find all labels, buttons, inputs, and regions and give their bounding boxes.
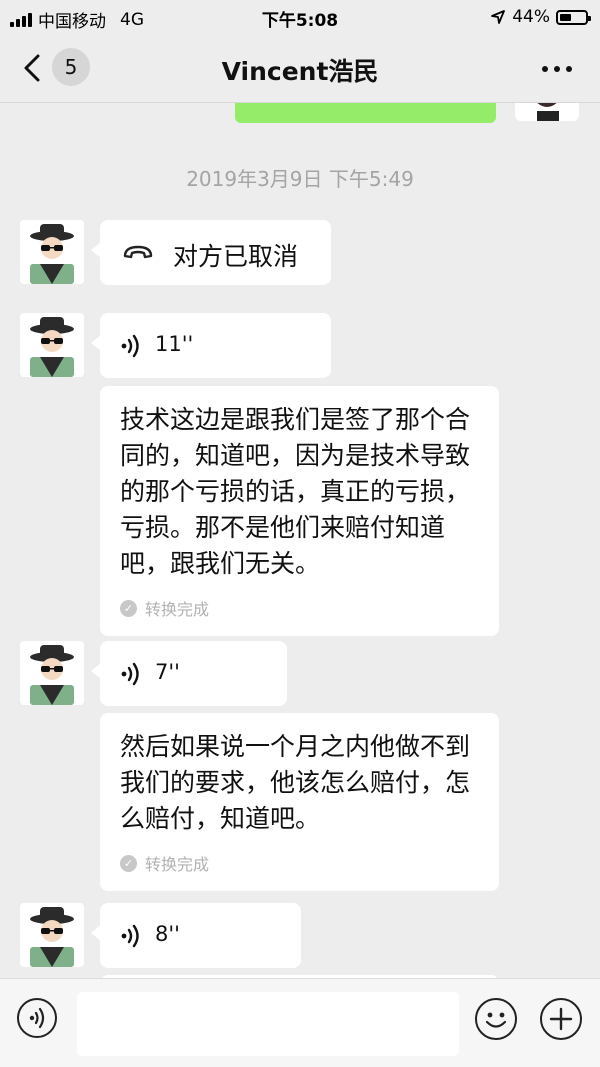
check-circle-icon: ✓: [120, 599, 137, 617]
contact-avatar[interactable]: [20, 641, 84, 705]
own-avatar[interactable]: [515, 103, 579, 121]
chevron-left-icon[interactable]: [20, 54, 46, 82]
conversion-status: ✓ 转换完成: [120, 596, 479, 620]
input-bar: [0, 978, 600, 1067]
battery-percent: 44%: [512, 7, 550, 27]
voice-transcript-bubble[interactable]: 技术这边是跟我们是签了那个合同的，知道吧，因为是技术导致的那个亏损的话，真正的亏…: [100, 386, 499, 636]
call-status-text: 对方已取消: [173, 242, 299, 271]
voice-message-bubble[interactable]: 8'': [91, 903, 301, 968]
check-circle-icon: ✓: [120, 854, 137, 872]
message-list[interactable]: 2019年3月9日 下午5:49 对方已取消 11'' 技术这边是跟我们是签了那…: [0, 103, 600, 978]
voice-duration: 11'': [155, 332, 194, 356]
ellipsis-icon[interactable]: [542, 66, 572, 72]
status-right: 44%: [490, 7, 591, 27]
conversion-status-text: 转换完成: [145, 600, 210, 619]
voice-message-bubble[interactable]: 11'': [91, 313, 331, 378]
message-input[interactable]: [77, 992, 459, 1056]
voice-wave-icon: [121, 924, 139, 948]
voice-transcript-bubble[interactable]: 然后如果说一个月之内他做不到我们的要求，他该怎么赔付，怎么赔付，知道吧。 ✓ 转…: [100, 713, 499, 891]
voice-message-bubble[interactable]: 7'': [91, 641, 287, 706]
voice-duration: 7'': [155, 660, 180, 684]
call-cancelled-bubble[interactable]: 对方已取消: [91, 220, 331, 285]
location-arrow-icon: [491, 10, 506, 24]
unread-count-badge[interactable]: 5: [52, 48, 90, 86]
conversion-status-text: 转换完成: [145, 855, 210, 874]
emoji-icon[interactable]: [475, 998, 517, 1040]
battery-fill: [560, 13, 571, 21]
voice-input-icon[interactable]: [17, 998, 57, 1038]
battery-icon: [556, 9, 591, 25]
chat-screen: 中国移动 4G 下午5:08 44% 5 Vincent浩民 2019年3月9日…: [0, 0, 600, 1067]
phone-hangup-icon: [123, 245, 153, 259]
voice-duration: 8'': [155, 922, 180, 946]
voice-wave-icon: [121, 662, 139, 686]
contact-avatar[interactable]: [20, 903, 84, 967]
message-timestamp: 2019年3月9日 下午5:49: [186, 167, 414, 191]
contact-avatar[interactable]: [20, 313, 84, 377]
contact-avatar[interactable]: [20, 220, 84, 284]
transcript-text: 然后如果说一个月之内他做不到我们的要求，他该怎么赔付，怎么赔付，知道吧。: [120, 732, 471, 833]
battery-tip: [588, 15, 591, 21]
previous-own-message-bubble[interactable]: [235, 103, 496, 123]
chat-title: Vincent浩民: [221, 57, 379, 86]
plus-circle-icon[interactable]: [540, 998, 582, 1040]
voice-wave-icon: [121, 334, 139, 358]
conversion-status: ✓ 转换完成: [120, 851, 479, 875]
status-bar: 中国移动 4G 下午5:08 44%: [0, 0, 600, 34]
transcript-text: 技术这边是跟我们是签了那个合同的，知道吧，因为是技术导致的那个亏损的话，真正的亏…: [120, 405, 471, 578]
nav-bar: 5 Vincent浩民: [0, 34, 600, 103]
